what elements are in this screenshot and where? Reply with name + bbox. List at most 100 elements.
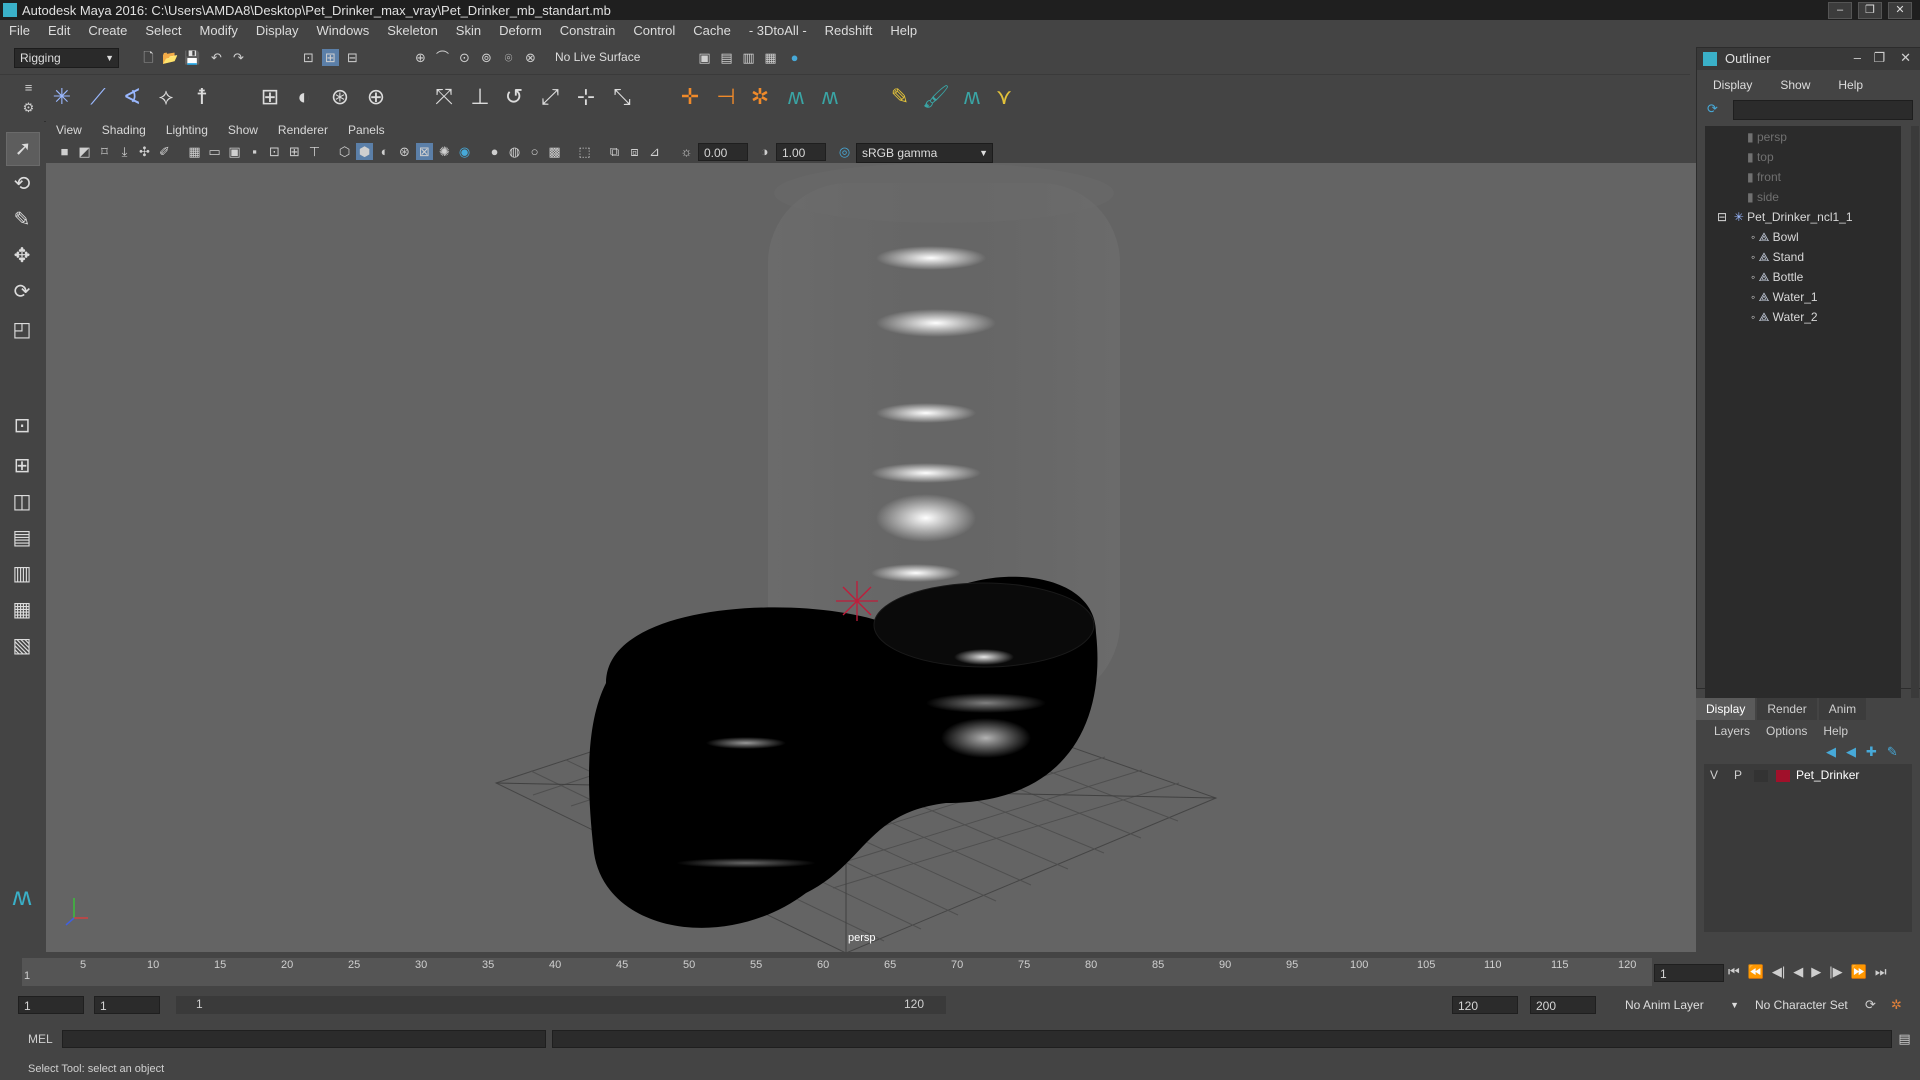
textured-icon[interactable]: ⊠ xyxy=(416,143,433,160)
constraint-pole-icon[interactable]: ⤡ xyxy=(608,83,636,111)
playback-toggle[interactable]: P xyxy=(1734,768,1742,782)
paint-weights-icon[interactable]: ✎ xyxy=(886,83,914,111)
wireframe-on-shaded-icon[interactable]: ⊛ xyxy=(396,143,413,160)
tab-render[interactable]: Render xyxy=(1757,698,1817,720)
outliner-item[interactable]: ◦ ⟁ Bowl xyxy=(1751,230,1799,245)
step-forward-frame-icon[interactable]: |▶ xyxy=(1829,964,1842,980)
insert-joint-icon[interactable]: ⟋ xyxy=(84,83,112,111)
layer-name[interactable]: Pet_Drinker xyxy=(1796,768,1859,782)
persp-graph-layout-icon[interactable]: ▦ xyxy=(6,594,38,626)
maximize-button[interactable]: ❐ xyxy=(1858,2,1882,19)
close-button[interactable]: ✕ xyxy=(1888,2,1912,19)
camera-attributes-icon[interactable]: ◩ xyxy=(76,143,93,160)
image-plane-icon[interactable]: ⤓ xyxy=(116,143,133,160)
layers-menu-layers[interactable]: Layers xyxy=(1696,722,1758,738)
vp-menu-shading[interactable]: Shading xyxy=(92,121,156,141)
gate-mask-icon[interactable]: ▪ xyxy=(246,143,263,160)
move-layer-down-icon[interactable]: ◀ xyxy=(1846,744,1856,760)
shelf-tabs-icon[interactable]: ≡ xyxy=(20,79,37,96)
brush-tool-icon[interactable]: 🖌 xyxy=(922,83,950,111)
layer-color-swatch[interactable] xyxy=(1776,770,1790,782)
outliner-maximize-icon[interactable]: ❐ xyxy=(1873,50,1885,66)
go-to-end-icon[interactable]: ⏭ xyxy=(1875,964,1887,980)
command-input[interactable] xyxy=(62,1030,546,1048)
grease-pencil-icon[interactable]: ✐ xyxy=(156,143,173,160)
smooth-shade-icon[interactable]: ⬢ xyxy=(356,143,373,160)
new-layer-icon[interactable]: ✚ xyxy=(1866,744,1877,760)
bookmark-icon[interactable]: ⌑ xyxy=(96,143,113,160)
color-management-icon[interactable]: ◎ xyxy=(836,143,853,160)
single-view-layout-icon[interactable]: ⊡ xyxy=(6,410,38,442)
xray-icon[interactable]: ⧉ xyxy=(606,143,623,160)
menu-deform[interactable]: Deform xyxy=(490,21,551,43)
constraint-scale-icon[interactable]: ⤢ xyxy=(536,83,564,111)
outliner-search-input[interactable] xyxy=(1733,100,1913,120)
outliner-item[interactable]: ◦ ⟁ Water_1 xyxy=(1751,290,1818,305)
render-current-icon[interactable]: ▤ xyxy=(718,49,735,66)
default-material-icon[interactable]: ◐ xyxy=(376,143,393,160)
viewport-persp[interactable]: persp xyxy=(46,163,1696,952)
menu-create[interactable]: Create xyxy=(79,21,136,43)
move-tool-icon[interactable]: ✥ xyxy=(6,240,38,272)
depth-of-field-icon[interactable]: ▩ xyxy=(546,143,563,160)
maya-script-a-icon[interactable]: ʍ xyxy=(782,83,810,111)
vp-menu-panels[interactable]: Panels xyxy=(338,121,395,141)
script-editor-icon[interactable]: ▤ xyxy=(1896,1030,1913,1047)
menu-3dtoall[interactable]: - 3DtoAll - xyxy=(740,21,816,43)
filter-icon[interactable]: ⟳ xyxy=(1707,101,1718,117)
paint-select-icon[interactable]: ✎ xyxy=(6,204,38,236)
vp-menu-renderer[interactable]: Renderer xyxy=(268,121,338,141)
layers-menu-options[interactable]: Options xyxy=(1758,722,1815,738)
step-back-frame-icon[interactable]: ◀| xyxy=(1772,964,1785,980)
minimize-button[interactable]: – xyxy=(1828,2,1852,19)
outliner-minimize-icon[interactable]: – xyxy=(1854,50,1861,65)
select-object-icon[interactable]: ⊞ xyxy=(322,49,339,66)
animation-end-field[interactable]: 200 xyxy=(1530,996,1596,1014)
anti-aliasing-icon[interactable]: ○ xyxy=(526,143,543,160)
auto-key-icon[interactable]: ⟳ xyxy=(1862,996,1879,1013)
snap-point-icon[interactable]: ⊙ xyxy=(456,49,473,66)
hypershade-icon[interactable]: ● xyxy=(786,49,803,66)
field-chart-icon[interactable]: ⊡ xyxy=(266,143,283,160)
wireframe-icon[interactable]: ⬡ xyxy=(336,143,353,160)
menu-display[interactable]: Display xyxy=(247,21,308,43)
gamma-icon[interactable]: ◑ xyxy=(756,143,773,160)
select-tool-icon[interactable]: ➚ xyxy=(6,132,40,166)
xray-joints-icon[interactable]: ⧈ xyxy=(626,143,643,160)
camera-select-icon[interactable]: ■ xyxy=(56,143,73,160)
render-view-icon[interactable]: ▣ xyxy=(696,49,713,66)
outliner-menu-display[interactable]: Display xyxy=(1697,76,1764,96)
redo-icon[interactable]: ↷ xyxy=(230,49,247,66)
move-layer-up-icon[interactable]: ◀ xyxy=(1826,744,1836,760)
maya-script-b-icon[interactable]: ʍ xyxy=(816,83,844,111)
outliner-vscrollbar[interactable] xyxy=(1911,126,1919,706)
constraint-point-icon[interactable]: ⊥ xyxy=(466,83,494,111)
outliner-item-group[interactable]: ⊟ ✳ Pet_Drinker_ncl1_1 xyxy=(1717,210,1853,224)
menu-constrain[interactable]: Constrain xyxy=(551,21,625,43)
menu-skin[interactable]: Skin xyxy=(447,21,490,43)
outliner-layout-icon[interactable]: ▤ xyxy=(6,522,38,554)
grid-toggle-icon[interactable]: ▦ xyxy=(186,143,203,160)
go-to-start-icon[interactable]: ⏮ xyxy=(1728,964,1740,980)
constraint-aim-icon[interactable]: ⊹ xyxy=(572,83,600,111)
outliner-item[interactable]: ▮ side xyxy=(1747,190,1779,204)
humanik-icon[interactable]: ☨ xyxy=(188,83,216,111)
time-slider[interactable]: 1 5 10 15 20 25 30 35 40 45 50 55 60 65 … xyxy=(0,954,1920,990)
command-language[interactable]: MEL xyxy=(28,1032,53,1046)
constraint-parent-icon[interactable]: ⤧ xyxy=(430,83,458,111)
visibility-toggle[interactable]: V xyxy=(1710,768,1718,782)
play-backward-icon[interactable]: ◀ xyxy=(1793,964,1803,980)
lattice-icon[interactable]: ⊛ xyxy=(326,83,354,111)
menu-skeleton[interactable]: Skeleton xyxy=(378,21,447,43)
shadows-icon[interactable]: ◉ xyxy=(456,143,473,160)
motion-blur-icon[interactable]: ◍ xyxy=(506,143,523,160)
outliner-item[interactable]: ▮ persp xyxy=(1747,130,1787,144)
two-d-pan-icon[interactable]: ✣ xyxy=(136,143,153,160)
display-type-toggle[interactable] xyxy=(1754,770,1768,782)
menuset-dropdown[interactable]: Rigging ▼ xyxy=(14,48,119,68)
hypershade-layout-icon[interactable]: ▧ xyxy=(6,630,38,662)
snap-surface-icon[interactable]: ⌾ xyxy=(500,49,517,66)
set-driven-key-icon[interactable]: ✲ xyxy=(746,83,774,111)
undo-icon[interactable]: ↶ xyxy=(208,49,225,66)
vp-menu-lighting[interactable]: Lighting xyxy=(156,121,218,141)
